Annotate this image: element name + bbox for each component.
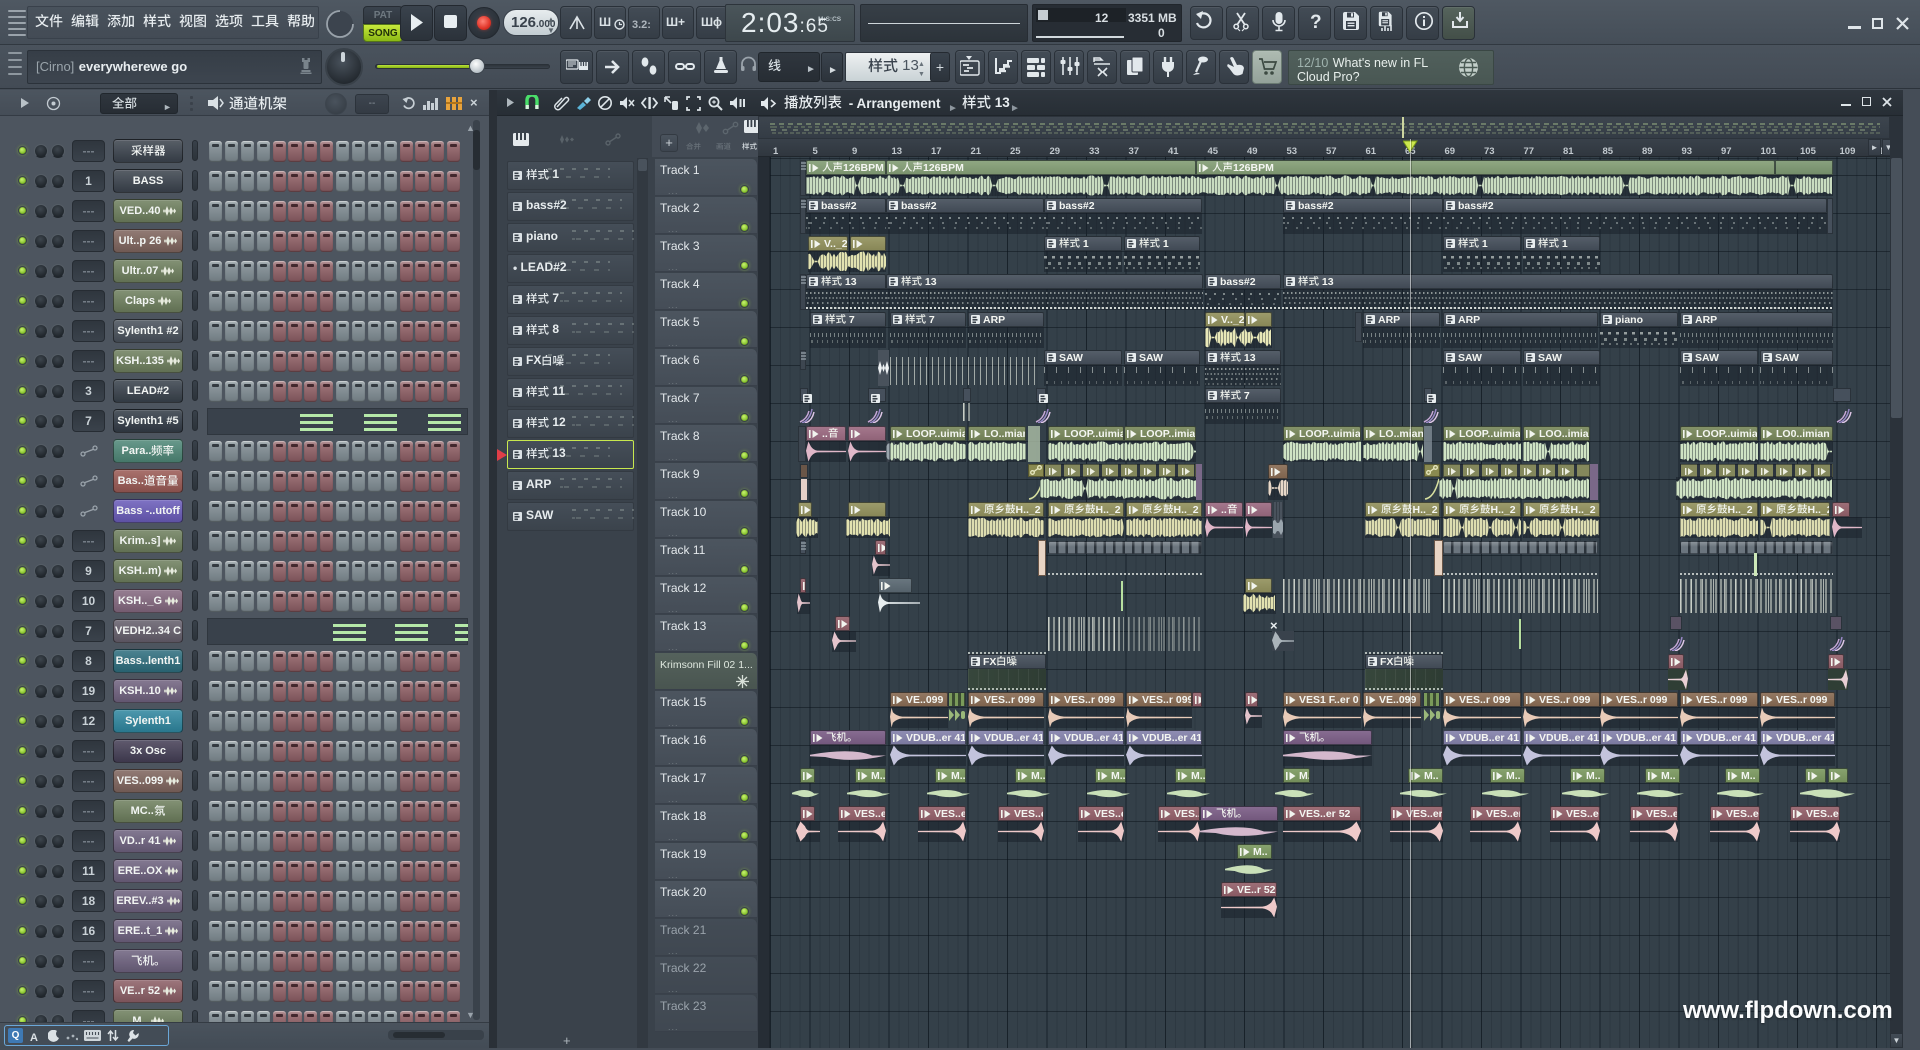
svg-text:?: ? <box>1310 12 1322 33</box>
